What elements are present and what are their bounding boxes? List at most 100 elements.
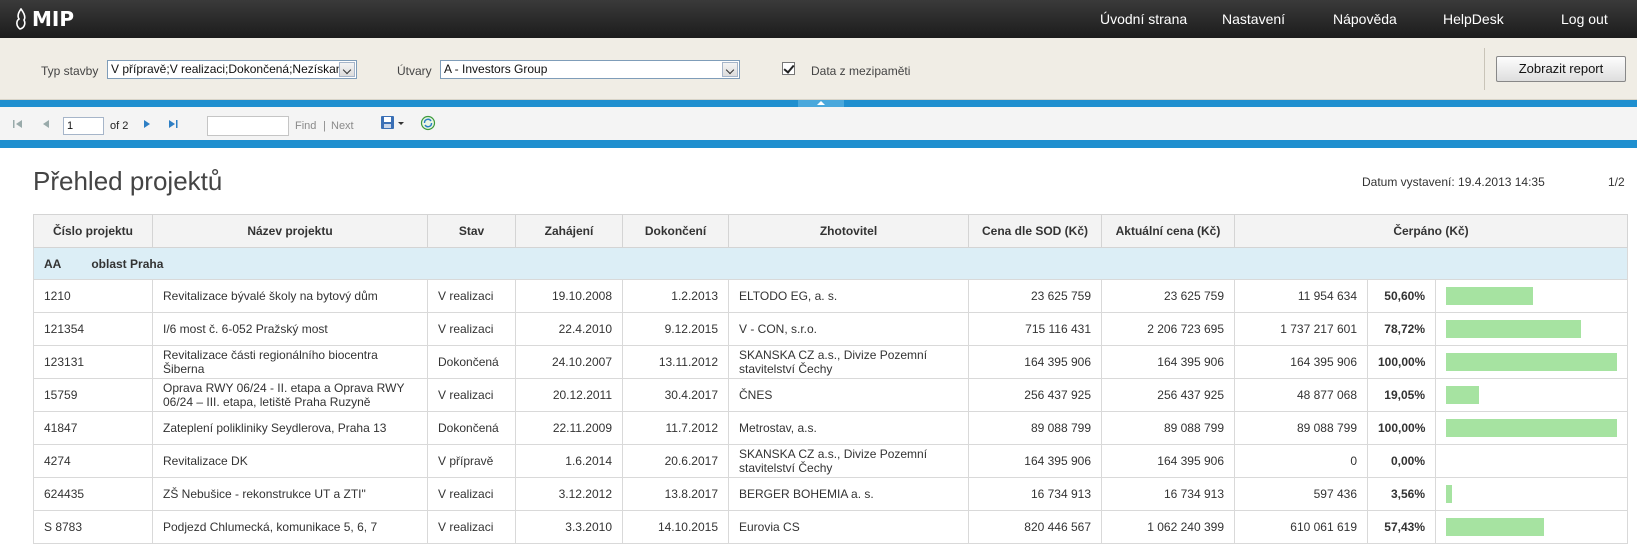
find-separator: | [323,120,326,132]
drawn-amount-cell: 11 954 634 [1234,279,1368,313]
page-indicator: 1/2 [1608,175,1625,189]
contractor-cell: SKANSKA CZ a.s., Divize Pozemní stavitel… [728,345,969,379]
current-price-cell: 23 625 759 [1101,279,1235,313]
logo-text: MIP [32,7,75,31]
drawn-percent-cell: 50,60% [1367,279,1436,313]
end-date-cell: 9.12.2015 [622,312,729,346]
table-row[interactable]: 624435 ZŠ Nebušice - rekonstrukce UT a ZT… [33,477,1629,511]
first-page-icon[interactable] [12,118,24,130]
drawn-percent-cell: 100,00% [1367,411,1436,445]
column-header: Číslo projektu [33,214,153,248]
project-name-cell: I/6 most č. 6-052 Pražský most [152,312,428,346]
project-number-cell: S 8783 [33,510,153,544]
collapse-parameters-handle[interactable] [798,100,844,107]
project-name-cell: Zateplení polikliniky Seydlerova, Praha … [152,411,428,445]
project-number-cell: 4274 [33,444,153,478]
contract-price-cell: 715 116 431 [968,312,1102,346]
column-header: Dokončení [622,214,729,248]
nav-uvodni-strana[interactable]: Úvodní strana [1100,11,1187,27]
contract-price-cell: 256 437 925 [968,378,1102,412]
typ-stavby-label: Typ stavby [41,64,99,78]
nav-napoveda[interactable]: Nápověda [1333,11,1397,27]
contractor-cell: Eurovia CS [728,510,969,544]
project-status-cell: V realizaci [427,378,516,412]
page-number-input[interactable]: 1 [63,117,104,135]
drawn-progress-bar [1446,320,1581,338]
contract-price-cell: 89 088 799 [968,411,1102,445]
contractor-cell: V - CON, s.r.o. [728,312,969,346]
project-number-cell: 41847 [33,411,153,445]
chevron-down-icon[interactable] [722,62,738,77]
project-status-cell: V realizaci [427,477,516,511]
current-price-cell: 1 062 240 399 [1101,510,1235,544]
view-report-button[interactable]: Zobrazit report [1496,56,1626,82]
drawn-percent-cell: 100,00% [1367,345,1436,379]
drawn-amount-cell: 610 061 619 [1234,510,1368,544]
next-page-icon[interactable] [141,118,153,130]
table-row[interactable]: 1210 Revitalizace bývalé školy na bytový … [33,279,1629,313]
nav-helpdesk[interactable]: HelpDesk [1443,11,1504,27]
find-link[interactable]: Find [295,120,316,132]
drawn-amount-cell: 89 088 799 [1234,411,1368,445]
typ-stavby-value: V přípravě;V realizaci;Dokončená;Nezíska… [111,62,343,76]
drawn-amount-cell: 164 395 906 [1234,345,1368,379]
table-row[interactable]: 4274 Revitalizace DK V přípravě 1.6.2014 20.… [33,444,1629,478]
project-number-cell: 15759 [33,378,153,412]
typ-stavby-select[interactable]: V přípravě;V realizaci;Dokončená;Nezíska… [107,60,357,79]
drawn-progress-bar [1446,353,1618,371]
end-date-cell: 13.11.2012 [622,345,729,379]
drawn-bar-cell [1434,378,1629,412]
column-header: Cena dle SOD (Kč) [968,214,1102,248]
issued-date: Datum vystavení: 19.4.2013 14:35 [1362,175,1545,189]
contract-price-cell: 164 395 906 [968,345,1102,379]
start-date-cell: 22.4.2010 [515,312,623,346]
project-name-cell: ZŠ Nebušice - rekonstrukce UT a ZTI" [152,477,428,511]
drawn-amount-cell: 0 [1234,444,1368,478]
table-header-row: Číslo projektu Název projektu Stav Zaháj… [33,214,1629,248]
nav-logout[interactable]: Log out [1561,11,1608,27]
table-row[interactable]: 41847 Zateplení polikliniky Seydlerova, P… [33,411,1629,445]
find-next-link[interactable]: Next [331,120,354,132]
table-row[interactable]: 121354 I/6 most č. 6-052 Pražský most V re… [33,312,1629,346]
contractor-cell: Metrostav, a.s. [728,411,969,445]
last-page-icon[interactable] [167,118,179,130]
drawn-amount-cell: 48 877 068 [1234,378,1368,412]
contractor-cell: SKANSKA CZ a.s., Divize Pozemní stavitel… [728,444,969,478]
drawn-bar-cell [1434,510,1629,544]
table-row[interactable]: 123131 Revitalizace části regionálního bi… [33,345,1629,379]
project-status-cell: V realizaci [427,312,516,346]
export-save-icon[interactable] [380,115,406,131]
table-row[interactable]: S 8783 Podjezd Chlumecká, komunikace 5, 6… [33,510,1629,544]
column-header: Čerpáno (Kč) [1233,214,1629,248]
column-header: Aktuální cena (Kč) [1101,214,1235,248]
column-header: Zahájení [515,214,623,248]
previous-page-icon[interactable] [40,118,52,130]
current-price-cell: 164 395 906 [1101,444,1235,478]
column-header: Stav [427,214,516,248]
drawn-bar-cell [1434,444,1629,478]
end-date-cell: 20.6.2017 [622,444,729,478]
group-name: oblast Praha [91,256,164,271]
projects-table: Číslo projektu Název projektu Stav Zaháj… [32,214,1629,544]
chevron-down-icon[interactable] [339,62,355,77]
start-date-cell: 24.10.2007 [515,345,623,379]
drawn-progress-bar [1446,518,1545,536]
table-row[interactable]: 15759 Oprava RWY 06/24 - II. etapa a Opra… [33,378,1629,412]
refresh-icon[interactable] [420,115,436,131]
find-input[interactable] [207,116,289,136]
utvary-select[interactable]: A - Investors Group [440,60,740,79]
drawn-amount-cell: 597 436 [1234,477,1368,511]
current-price-cell: 2 206 723 695 [1101,312,1235,346]
end-date-cell: 13.8.2017 [622,477,729,511]
contract-price-cell: 23 625 759 [968,279,1102,313]
cache-checkbox[interactable] [782,62,795,75]
report-parameters: Typ stavby V přípravě;V realizaci;Dokonč… [0,38,1637,100]
drawn-bar-cell [1434,345,1629,379]
start-date-cell: 20.12.2011 [515,378,623,412]
app-logo[interactable]: MIP [14,7,74,31]
nav-nastaveni[interactable]: Nastavení [1222,11,1285,27]
drawn-bar-cell [1434,411,1629,445]
drawn-percent-cell: 3,56% [1367,477,1436,511]
project-name-cell: Revitalizace bývalé školy na bytový dům [152,279,428,313]
cache-label: Data z mezipaměti [811,64,911,78]
